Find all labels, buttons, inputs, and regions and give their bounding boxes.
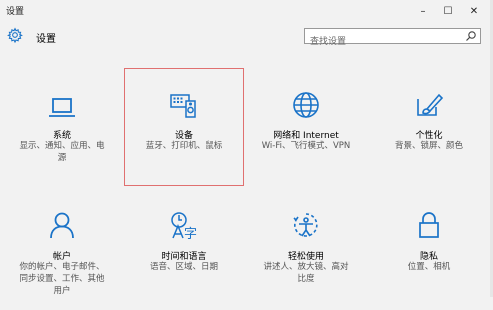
tile-privacy[interactable]: 隐私 位置、相机 [374,200,484,310]
tile-description: 背景、锁屏、颜色 [374,140,484,152]
title-bar: 设置 – ☐ ✕ [0,0,493,22]
paint-icon [417,93,444,116]
page-title: 设置 [36,34,56,45]
tile-desc-text: 位置、相机 [407,262,451,272]
lock-icon [419,212,439,238]
tile-description: 讲述人、放大镜、高对 比度 [251,261,361,285]
tile-time-language[interactable]: 字 时间和语言 语音、区域、日期 [129,200,239,310]
gear-icon [7,27,23,43]
tile-desc-text: 你的帐户、电子邮件、 同步设置、工作、其他 用户 [19,262,105,296]
tile-description: 蓝牙、打印机、鼠标 [129,140,239,152]
settings-header: 设置 [0,22,493,52]
laptop-icon [49,98,75,117]
window-title: 设置 [6,7,25,17]
close-button[interactable]: ✕ [462,0,486,22]
svg-text:字: 字 [184,227,197,240]
tile-accounts[interactable]: 帐户 你的帐户、电子邮件、 同步设置、工作、其他 用户 [7,200,117,310]
tile-ease-of-access[interactable]: 轻松使用 讲述人、放大镜、高对 比度 [251,200,361,310]
minimize-button[interactable]: – [411,0,435,22]
time-language-icon: 字 [171,212,197,240]
tile-desc-text: 显示、通知、应用、电 源 [19,141,105,163]
tile-description: 你的帐户、电子邮件、 同步设置、工作、其他 用户 [7,261,117,297]
tile-devices[interactable]: 设备 蓝牙、打印机、鼠标 [129,78,239,188]
tile-desc-text: Wi-Fi、飞行模式、VPN [261,141,351,151]
tile-description: 显示、通知、应用、电 源 [7,140,117,164]
keyboard-speaker-icon [170,94,196,118]
tile-description: Wi-Fi、飞行模式、VPN [251,140,361,152]
ease-of-access-icon [293,213,318,237]
tile-desc-text: 语音、区域、日期 [149,262,218,272]
search-input[interactable] [305,35,460,49]
search-box[interactable] [304,28,481,49]
tile-description: 位置、相机 [374,261,484,273]
tile-personalization[interactable]: 个性化 背景、锁屏、颜色 [374,78,484,188]
globe-icon [293,92,319,118]
tile-system[interactable]: 系统 显示、通知、应用、电 源 [7,78,117,188]
search-icon[interactable] [465,30,477,42]
maximize-button[interactable]: ☐ [436,0,460,22]
tile-desc-text: 讲述人、放大镜、高对 比度 [263,262,349,284]
tile-description: 语音、区域、日期 [129,261,239,273]
person-icon [50,212,74,239]
tile-desc-text: 背景、锁屏、颜色 [394,141,463,151]
tile-network-internet[interactable]: 网络和 Internet Wi-Fi、飞行模式、VPN [251,78,361,188]
tile-desc-text: 蓝牙、打印机、鼠标 [145,141,223,151]
